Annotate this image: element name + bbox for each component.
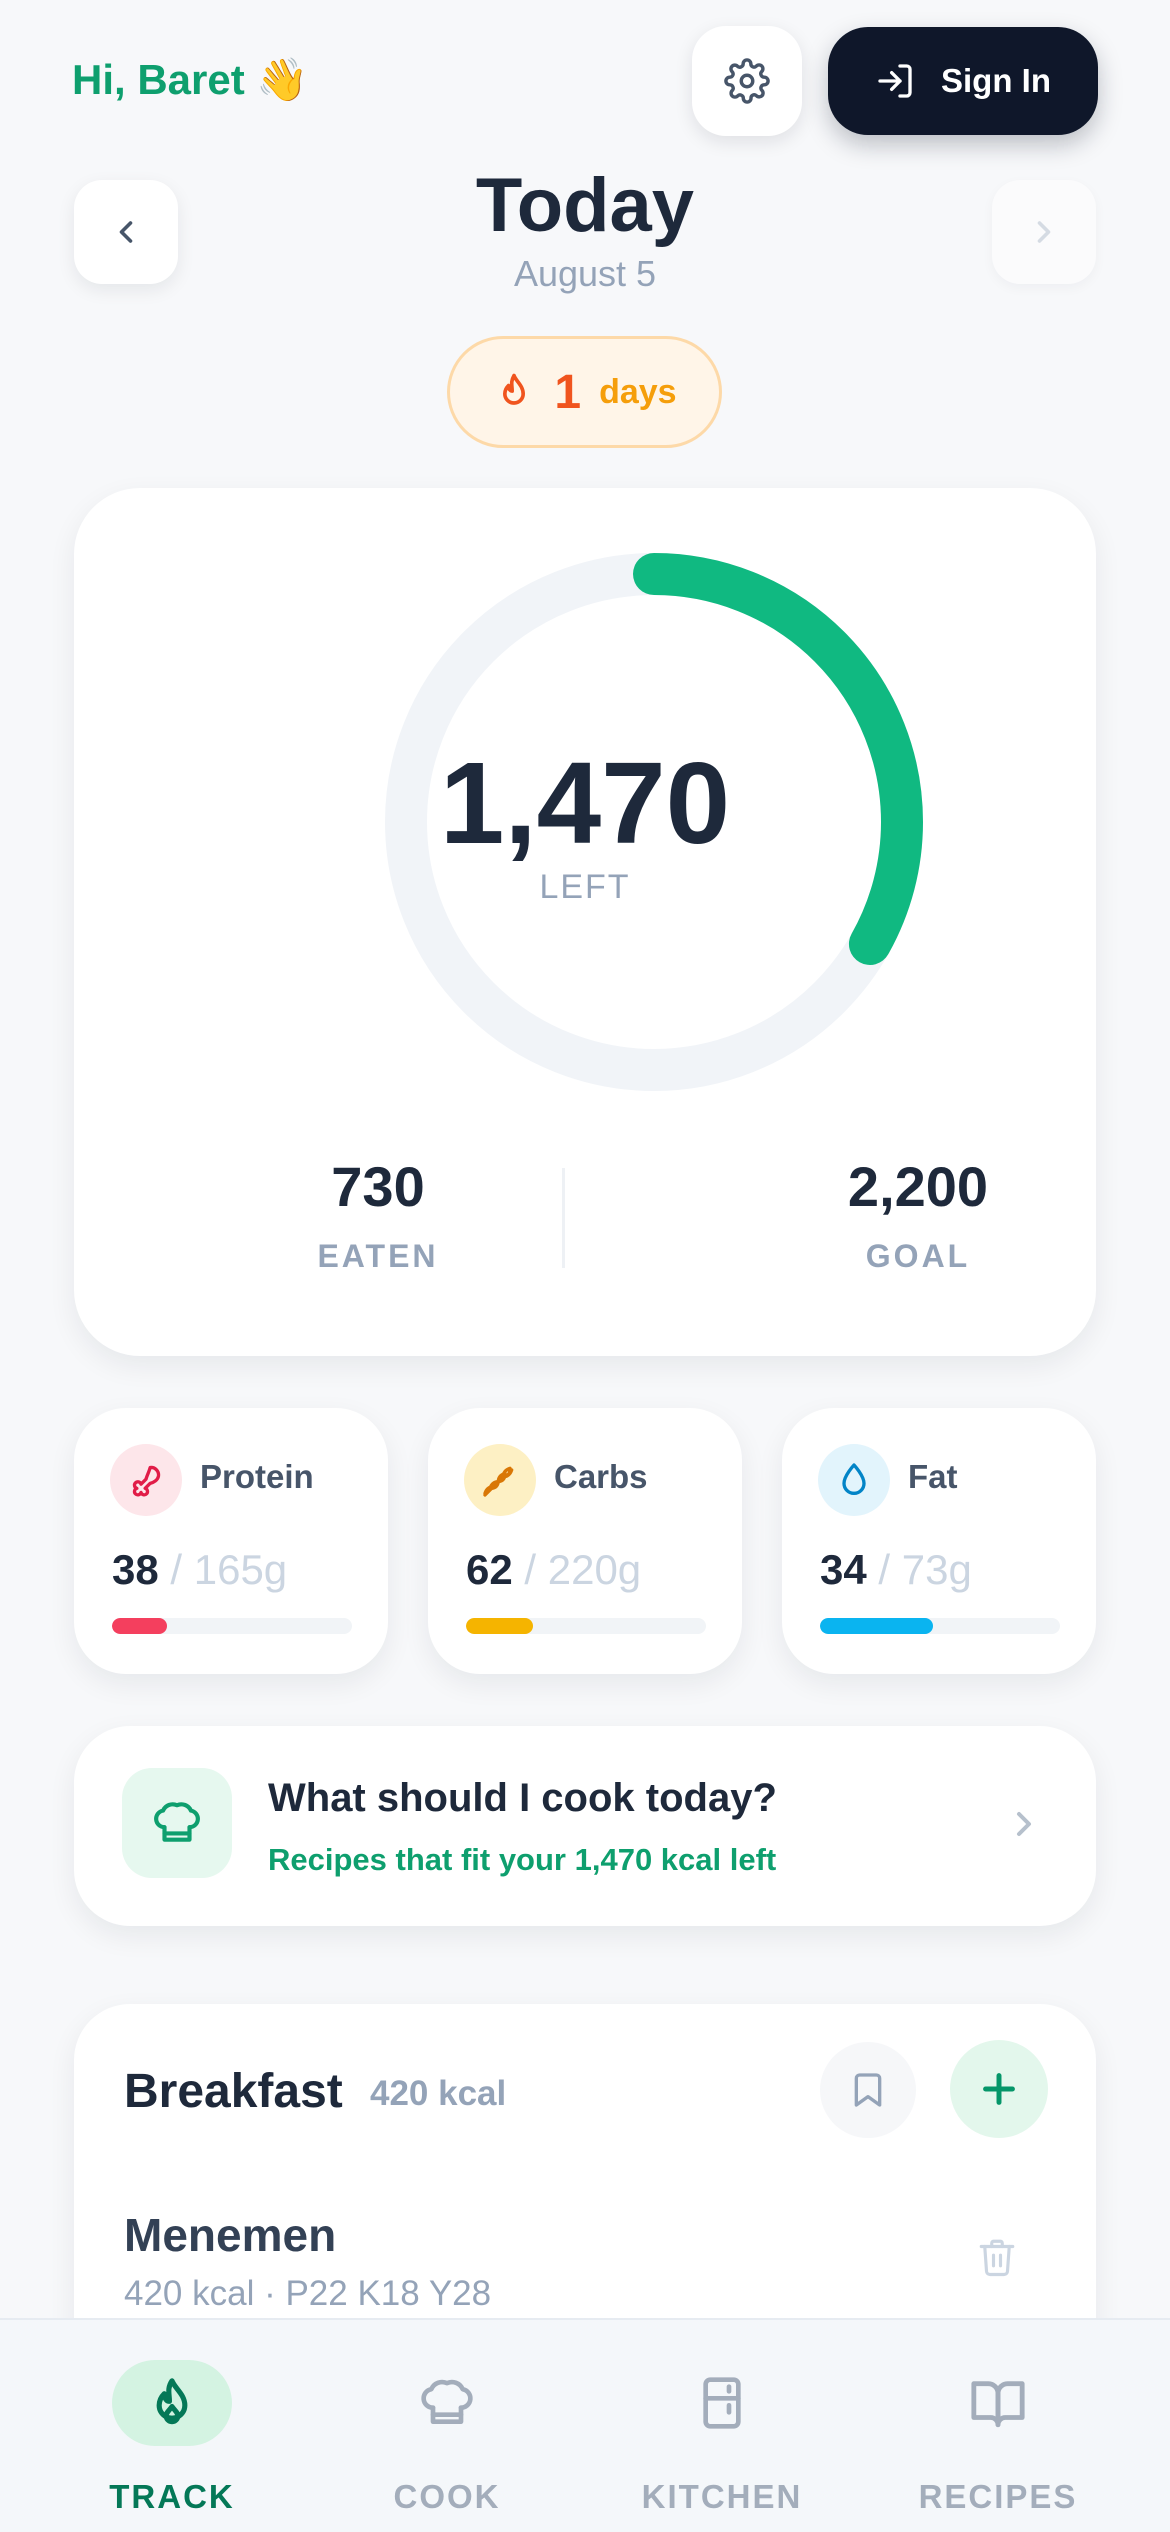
eaten-label: EATEN — [317, 1238, 439, 1274]
macro-consumed: 62 — [466, 1546, 513, 1593]
streak-count: 1 — [554, 365, 582, 419]
macro-card-protein[interactable]: Protein 38 / 165g — [74, 1408, 388, 1674]
calories-left-value: 1,470 — [439, 738, 731, 868]
wheat-icon — [483, 1466, 514, 1497]
tab-icon-pill — [387, 2360, 507, 2446]
chef-hat-badge — [122, 1768, 232, 1878]
settings-button[interactable] — [692, 26, 802, 136]
suggestion-subtitle: Recipes that fit your 1,470 kcal left — [268, 1842, 777, 1877]
macro-amount: 38 / 165g — [112, 1546, 287, 1594]
tab-label: KITCHEN — [641, 2478, 803, 2515]
stat-divider — [562, 1168, 565, 1268]
chef-hat-icon — [421, 2379, 473, 2424]
next-day-button[interactable] — [992, 180, 1096, 284]
tab-track[interactable]: TRACK — [26, 2320, 318, 2532]
meal-kcal: 420 kcal — [370, 2074, 507, 2113]
eaten-value: 730 — [331, 1155, 425, 1218]
tab-recipes[interactable]: RECIPES — [852, 2320, 1144, 2532]
flame-icon — [156, 2378, 188, 2425]
flame-icon — [503, 373, 526, 405]
macro-amount: 34 / 73g — [820, 1546, 972, 1594]
macro-name: Fat — [908, 1458, 958, 1495]
tab-cook[interactable]: COOK — [301, 2320, 593, 2532]
fridge-icon — [703, 2377, 741, 2429]
macro-name: Protein — [200, 1458, 314, 1495]
greeting: Hi, Baret 👋 — [72, 56, 309, 103]
tab-label: TRACK — [109, 2478, 235, 2515]
macro-progress-fill — [112, 1618, 168, 1634]
macro-goal: / 220g — [512, 1546, 642, 1593]
streak-unit: days — [599, 372, 677, 411]
macro-progress-track — [820, 1618, 1060, 1634]
macro-amount: 62 / 220g — [466, 1546, 641, 1594]
tab-label: COOK — [393, 2478, 501, 2515]
cook-suggestion-card[interactable]: What should I cook today? Recipes that f… — [74, 1726, 1096, 1926]
macro-goal: / 165g — [158, 1546, 288, 1593]
calorie-card: 1,470 LEFT 730 EATEN 2,200 GOAL — [74, 488, 1096, 1356]
tab-kitchen[interactable]: KITCHEN — [576, 2320, 868, 2532]
chef-hat-icon — [154, 1802, 200, 1842]
add-food-button[interactable] — [950, 2040, 1048, 2138]
streak-badge: 1 days — [447, 336, 722, 448]
chevron-right-icon — [1017, 1812, 1031, 1836]
macro-name: Carbs — [554, 1458, 648, 1495]
suggestion-title: What should I cook today? — [268, 1776, 777, 1820]
fat-icon-badge — [818, 1444, 890, 1516]
book-icon — [971, 2381, 1025, 2428]
macro-progress-fill — [820, 1618, 933, 1634]
bottom-nav: TRACK COOK KITCHEN RECIPES — [0, 2318, 1170, 2532]
carbs-icon-badge — [464, 1444, 536, 1516]
tab-icon-pill — [112, 2360, 232, 2446]
save-meal-button[interactable] — [820, 2042, 916, 2138]
macro-progress-track — [112, 1618, 352, 1634]
calories-left-label: LEFT — [539, 868, 631, 906]
food-name[interactable]: Menemen — [124, 2208, 336, 2262]
sign-in-button[interactable]: Sign In — [828, 27, 1098, 135]
login-icon — [878, 64, 912, 98]
bookmark-icon — [854, 2073, 882, 2107]
droplet-icon — [842, 1463, 866, 1495]
goal-value: 2,200 — [847, 1155, 989, 1218]
macro-goal: / 73g — [866, 1546, 972, 1593]
sign-in-label: Sign In — [941, 62, 1051, 99]
tab-icon-pill — [938, 2360, 1058, 2446]
gear-icon — [724, 58, 770, 104]
macro-progress-track — [466, 1618, 706, 1634]
chevron-right-icon — [1037, 221, 1051, 243]
trash-icon[interactable] — [976, 2234, 1018, 2280]
macro-consumed: 34 — [820, 1546, 867, 1593]
macro-card-carbs[interactable]: Carbs 62 / 220g — [428, 1408, 742, 1674]
plus-icon — [983, 2073, 1015, 2105]
goal-label: GOAL — [865, 1238, 971, 1274]
macro-card-fat[interactable]: Fat 34 / 73g — [782, 1408, 1096, 1674]
macro-progress-fill — [466, 1618, 534, 1634]
meal-title: Breakfast — [124, 2065, 343, 2118]
macro-consumed: 38 — [112, 1546, 159, 1593]
tab-label: RECIPES — [918, 2478, 1078, 2515]
protein-icon-badge — [110, 1444, 182, 1516]
meat-icon — [132, 1465, 161, 1497]
tab-icon-pill — [662, 2360, 782, 2446]
food-detail: 420 kcal · P22 K18 Y28 — [124, 2274, 492, 2313]
